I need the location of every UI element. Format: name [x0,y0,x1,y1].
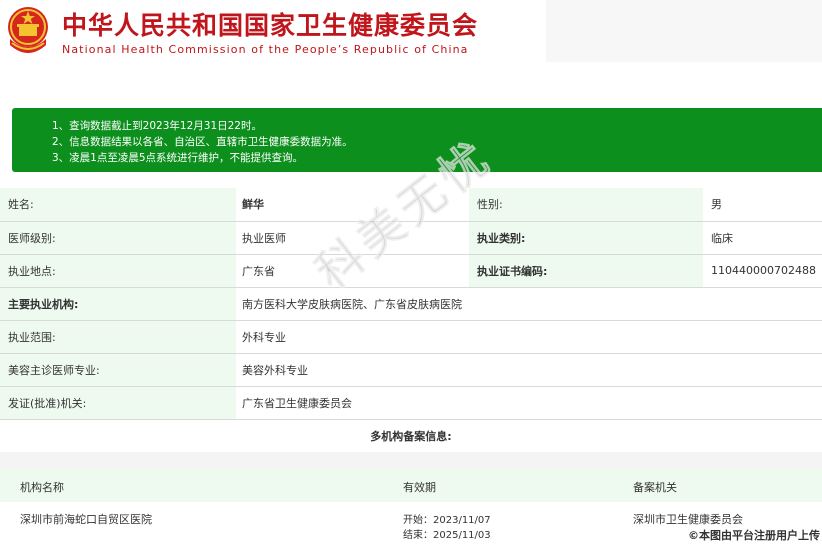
multi-org-table-header: 机构名称 有效期 备案机关 [0,468,822,502]
header-background-strip [546,0,822,62]
row-start-date: 开始：2023/11/07 [403,515,491,526]
row-authority: 深圳市卫生健康委员会 [633,513,743,526]
table-row: 美容主诊医师专业: 美容外科专业 [0,353,822,387]
scope-value: 外科专业 [236,320,822,354]
name-label: 姓名: [0,188,236,222]
cert-value: 110440000702488 [703,254,822,288]
cosmetic-label: 美容主诊医师专业: [0,353,236,387]
national-emblem-icon [8,7,48,53]
col-authority: 备案机关 [633,481,677,494]
org-value: 南方医科大学皮肤病医院、广东省皮肤病医院 [236,287,822,321]
col-validity: 有效期 [403,481,436,494]
table-row: 主要执业机构: 南方医科大学皮肤病医院、广东省皮肤病医院 [0,287,822,321]
level-label: 医师级别: [0,221,236,255]
row-org-name: 深圳市前海蛇口自贸区医院 [20,513,152,526]
notice-line: 1、查询数据截止到2023年12月31日22时。 [52,120,262,132]
scope-label: 执业范围: [0,320,236,354]
multi-org-title: 多机构备案信息: [370,430,452,443]
issuer-value: 广东省卫生健康委员会 [236,386,822,420]
location-label: 执业地点: [0,254,236,288]
gender-label: 性别: [469,188,703,222]
issuer-label: 发证(批准)机关: [0,386,236,420]
site-title-en: National Health Commission of the People… [62,43,469,56]
upload-credit: ©本图由平台注册用户上传 [688,527,820,543]
col-org-name: 机构名称 [20,481,64,494]
table-row: 发证(批准)机关: 广东省卫生健康委员会 [0,386,822,420]
org-label: 主要执业机构: [0,287,236,321]
site-title-cn: 中华人民共和国国家卫生健康委员会 [62,11,479,40]
category-label: 执业类别: [469,221,703,255]
row-end-date: 结束：2025/11/03 [403,530,491,541]
site-header: 中华人民共和国国家卫生健康委员会 National Health Commiss… [0,0,546,62]
section-divider [0,452,822,468]
cosmetic-value: 美容外科专业 [236,353,822,387]
cert-label: 执业证书编码: [469,254,703,288]
category-value: 临床 [703,221,822,255]
table-row: 执业地点: 广东省 执业证书编码: 110440000702488 [0,254,822,288]
table-row: 执业范围: 外科专业 [0,320,822,354]
gender-value: 男 [703,188,822,222]
